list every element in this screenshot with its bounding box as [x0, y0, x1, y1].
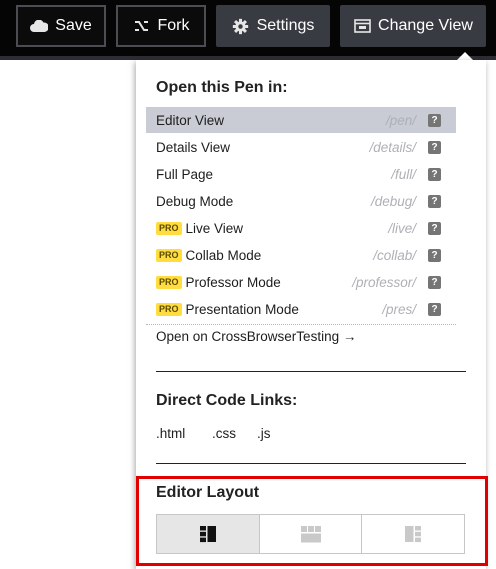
menu-item[interactable]: Editor View/pen/?: [146, 107, 456, 133]
menu-item-path: /details/: [369, 139, 416, 155]
pro-badge: PRO: [156, 221, 182, 235]
section-divider: [156, 463, 466, 464]
settings-button[interactable]: Settings: [216, 5, 330, 47]
menu-item-text: Full Page: [156, 166, 214, 182]
menu-item-text: Debug Mode: [156, 193, 234, 209]
code-link-js[interactable]: .js: [257, 426, 271, 441]
menu-item[interactable]: Full Page/full/?: [146, 161, 456, 187]
menu-item-text: Presentation Mode: [185, 301, 299, 317]
help-icon[interactable]: ?: [428, 140, 441, 154]
code-link-css[interactable]: .css: [212, 426, 236, 441]
menu-item-label: PRO Professor Mode: [156, 275, 352, 290]
help-icon[interactable]: ?: [428, 113, 441, 127]
help-icon[interactable]: ?: [428, 221, 441, 235]
menu-item-label: Editor View: [156, 113, 386, 128]
fork-button[interactable]: Fork: [116, 5, 206, 47]
top-toolbar: Save Fork Settings Change View: [0, 0, 496, 60]
save-label: Save: [55, 17, 92, 34]
help-icon[interactable]: ?: [428, 194, 441, 208]
menu-item[interactable]: Details View/details/?: [146, 134, 456, 160]
crossbrowser-link[interactable]: Open on CrossBrowserTesting →: [156, 329, 356, 344]
help-icon[interactable]: ?: [428, 275, 441, 289]
menu-item-path: /debug/: [370, 193, 416, 209]
help-icon[interactable]: ?: [428, 167, 441, 181]
menu-item[interactable]: PRO Collab Mode/collab/?: [146, 242, 456, 268]
menu-item-path: /full/: [391, 166, 416, 182]
menu-item-label: PRO Live View: [156, 221, 388, 236]
menu-item-path: /live/: [388, 220, 416, 236]
code-link-html[interactable]: .html: [156, 426, 185, 441]
menu-item[interactable]: PRO Live View/live/?: [146, 215, 456, 241]
window-icon: [353, 17, 371, 35]
menu-item-path: /professor/: [352, 274, 416, 290]
menu-item-label: Full Page: [156, 167, 391, 182]
pro-badge: PRO: [156, 275, 182, 289]
menu-item[interactable]: PRO Presentation Mode/pres/?: [146, 296, 456, 322]
menu-item-label: PRO Collab Mode: [156, 248, 373, 263]
save-button[interactable]: Save: [16, 5, 106, 47]
menu-item-path: /pres/: [382, 301, 416, 317]
menu-item-text: Details View: [156, 139, 231, 155]
gear-icon: [232, 17, 250, 35]
menu-item[interactable]: Debug Mode/debug/?: [146, 188, 456, 214]
menu-item-label: Details View: [156, 140, 369, 155]
cloud-icon: [30, 17, 49, 35]
change-view-label: Change View: [378, 17, 473, 34]
menu-item-text: Live View: [185, 220, 244, 236]
menu-item-path: /pen/: [385, 112, 416, 128]
direct-code-heading: Direct Code Links:: [156, 392, 298, 409]
menu-item-path: /collab/: [373, 247, 416, 263]
pro-badge: PRO: [156, 302, 182, 316]
open-pen-heading: Open this Pen in:: [156, 79, 288, 96]
fork-label: Fork: [157, 17, 190, 34]
editor-layout-highlight: [136, 476, 488, 566]
menu-item-text: Professor Mode: [185, 274, 281, 290]
change-view-button[interactable]: Change View: [340, 5, 486, 47]
help-icon[interactable]: ?: [428, 302, 441, 316]
menu-item-label: PRO Presentation Mode: [156, 302, 382, 317]
menu-divider: [146, 324, 456, 325]
settings-label: Settings: [256, 17, 315, 34]
menu-item-label: Debug Mode: [156, 194, 371, 209]
menu-item[interactable]: PRO Professor Mode/professor/?: [146, 269, 456, 295]
menu-item-text: Editor View: [156, 112, 225, 128]
help-icon[interactable]: ?: [428, 248, 441, 262]
section-divider: [156, 371, 466, 372]
menu-item-text: Collab Mode: [185, 247, 262, 263]
fork-icon: [133, 17, 151, 35]
pro-badge: PRO: [156, 248, 182, 262]
